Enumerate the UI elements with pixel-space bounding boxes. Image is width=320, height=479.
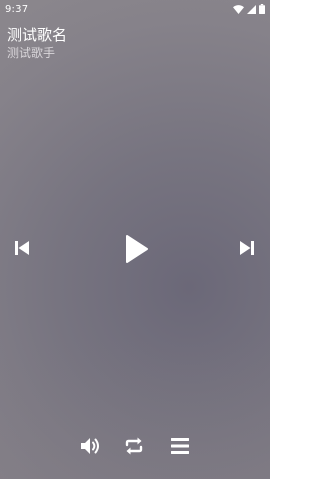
status-time: 9:37 (5, 3, 29, 15)
signal-icon (247, 4, 256, 14)
skip-next-icon (237, 238, 257, 258)
wifi-icon (233, 4, 244, 14)
song-artist: 测试歌手 (7, 46, 56, 60)
volume-icon (78, 434, 102, 458)
battery-icon (259, 4, 265, 14)
playlist-button[interactable] (167, 433, 193, 459)
next-button[interactable] (235, 236, 259, 260)
previous-button[interactable] (10, 236, 34, 260)
repeat-icon (122, 434, 146, 458)
skip-previous-icon (12, 238, 32, 258)
play-button[interactable] (120, 233, 152, 265)
player-screen: 9:37 测试歌名 测试歌手 (0, 0, 270, 479)
volume-button[interactable] (77, 433, 103, 459)
status-icons (233, 4, 265, 14)
repeat-button[interactable] (121, 433, 147, 459)
status-bar: 9:37 (0, 0, 270, 18)
song-title: 测试歌名 (7, 26, 68, 44)
play-icon (121, 234, 151, 264)
playlist-icon (169, 435, 191, 457)
